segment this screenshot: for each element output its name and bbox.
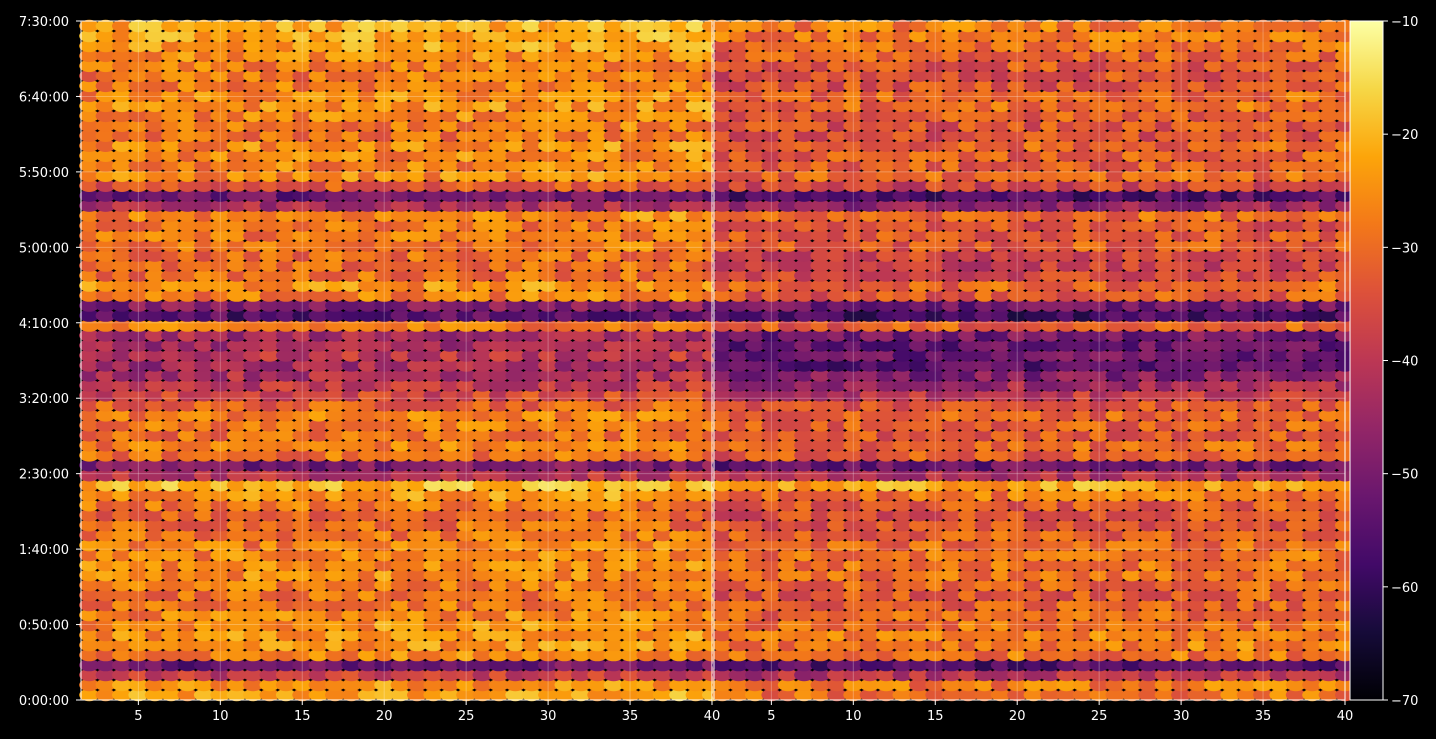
heatmap-figure: 0:00:000:50:001:40:002:30:003:20:004:10:…: [19, 15, 1419, 724]
heatmap-panel-left: [79, 19, 722, 702]
heatmap-panel-right: [712, 19, 1355, 702]
